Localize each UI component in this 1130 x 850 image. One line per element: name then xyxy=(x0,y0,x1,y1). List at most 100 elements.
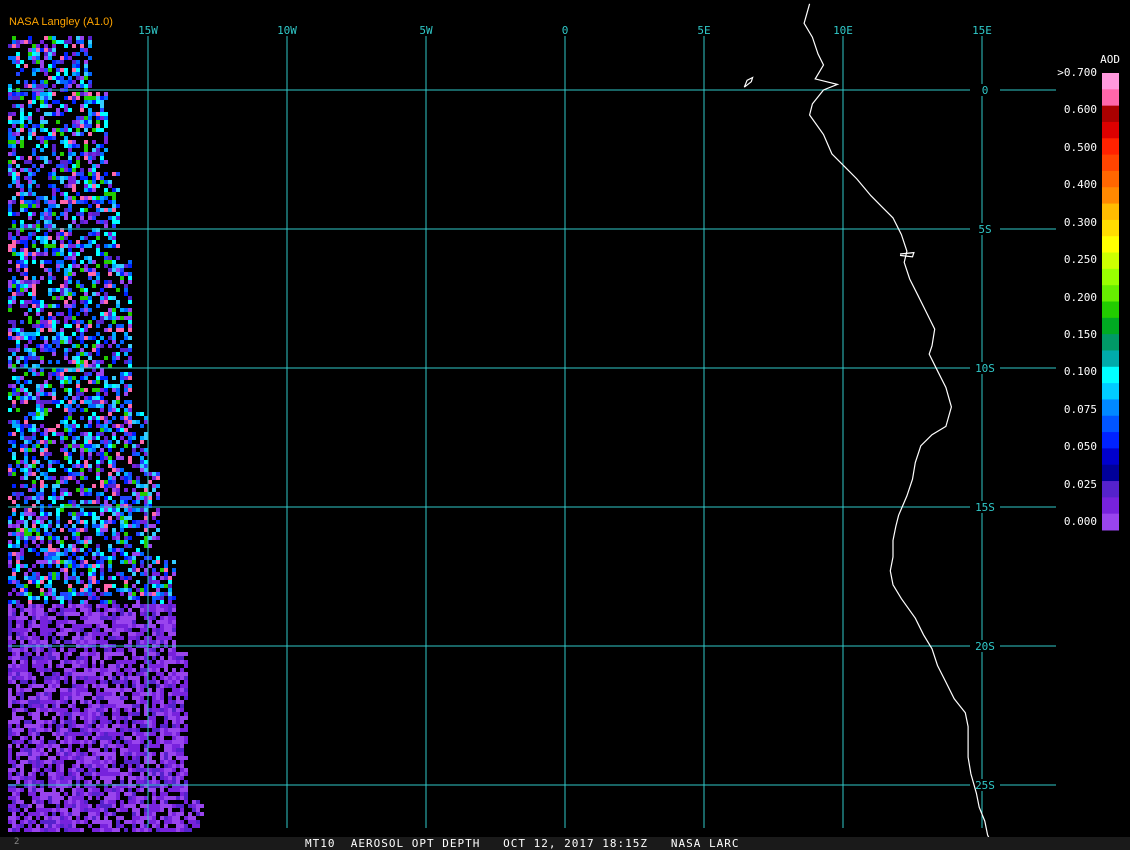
aod-pixel xyxy=(60,752,64,756)
aod-pixel xyxy=(144,508,148,512)
aod-pixel xyxy=(104,704,108,708)
aod-pixel xyxy=(12,828,16,832)
aod-pixel xyxy=(136,740,140,744)
aod-pixel xyxy=(120,276,124,280)
aod-pixel xyxy=(76,128,80,132)
aod-pixel xyxy=(16,556,20,560)
aod-pixel xyxy=(128,460,132,464)
aod-pixel xyxy=(152,532,156,536)
aod-pixel xyxy=(108,456,112,460)
aod-pixel xyxy=(52,708,56,712)
aod-pixel xyxy=(100,416,104,420)
aod-pixel xyxy=(28,116,32,120)
aod-pixel xyxy=(84,524,88,528)
aod-pixel xyxy=(144,828,148,832)
aod-pixel xyxy=(96,780,100,784)
aod-pixel xyxy=(112,284,116,288)
aod-pixel xyxy=(48,684,52,688)
aod-pixel xyxy=(88,632,92,636)
aod-pixel xyxy=(92,640,96,644)
aod-pixel xyxy=(32,356,36,360)
aod-pixel xyxy=(112,704,116,708)
aod-pixel xyxy=(104,488,108,492)
aod-pixel xyxy=(52,440,56,444)
aod-pixel xyxy=(116,828,120,832)
aod-pixel xyxy=(112,476,116,480)
aod-pixel xyxy=(36,92,40,96)
aod-pixel xyxy=(24,664,28,668)
aod-pixel xyxy=(48,360,52,364)
aod-pixel xyxy=(104,132,108,136)
aod-pixel xyxy=(36,656,40,660)
aod-pixel xyxy=(44,444,48,448)
aod-pixel xyxy=(172,724,176,728)
aod-pixel xyxy=(16,340,20,344)
aod-pixel xyxy=(64,300,68,304)
aod-pixel xyxy=(164,668,168,672)
aod-pixel xyxy=(52,396,56,400)
aod-pixel xyxy=(132,692,136,696)
aod-pixel xyxy=(108,780,112,784)
aod-pixel xyxy=(36,156,40,160)
aod-pixel xyxy=(112,600,116,604)
aod-pixel xyxy=(24,736,28,740)
aod-pixel xyxy=(8,732,12,736)
aod-pixel xyxy=(136,624,140,628)
aod-pixel xyxy=(68,368,72,372)
aod-pixel xyxy=(136,524,140,528)
aod-pixel xyxy=(84,96,88,100)
aod-pixel xyxy=(172,628,176,632)
aod-pixel xyxy=(76,76,80,80)
aod-pixel xyxy=(88,816,92,820)
aod-pixel xyxy=(12,656,16,660)
aod-pixel xyxy=(68,268,72,272)
aod-pixel xyxy=(156,772,160,776)
aod-pixel xyxy=(92,112,96,116)
aod-pixel xyxy=(76,756,80,760)
aod-pixel xyxy=(76,640,80,644)
aod-pixel xyxy=(144,544,148,548)
aod-pixel xyxy=(88,608,92,612)
aod-pixel xyxy=(40,404,44,408)
aod-pixel xyxy=(100,764,104,768)
aod-pixel xyxy=(60,132,64,136)
aod-pixel xyxy=(152,808,156,812)
aod-pixel xyxy=(144,656,148,660)
aod-pixel xyxy=(44,760,48,764)
aod-pixel xyxy=(120,704,124,708)
aod-pixel xyxy=(156,528,160,532)
aod-pixel xyxy=(76,688,80,692)
aod-pixel xyxy=(12,404,16,408)
aod-pixel xyxy=(164,676,168,680)
aod-pixel xyxy=(120,588,124,592)
aod-pixel xyxy=(136,548,140,552)
aod-pixel xyxy=(16,780,20,784)
aod-pixel xyxy=(140,692,144,696)
aod-pixel xyxy=(36,320,40,324)
aod-pixel xyxy=(56,596,60,600)
aod-pixel xyxy=(28,156,32,160)
aod-pixel xyxy=(124,400,128,404)
aod-pixel xyxy=(64,276,68,280)
aod-pixel xyxy=(44,244,48,248)
aod-pixel xyxy=(72,264,76,268)
aod-pixel xyxy=(88,604,92,608)
aod-pixel xyxy=(168,804,172,808)
aod-pixel xyxy=(96,92,100,96)
aod-pixel xyxy=(116,820,120,824)
aod-pixel xyxy=(164,756,168,760)
aod-pixel xyxy=(108,312,112,316)
aod-pixel xyxy=(48,692,52,696)
aod-pixel xyxy=(36,816,40,820)
aod-pixel xyxy=(176,780,180,784)
aod-pixel xyxy=(160,648,164,652)
aod-pixel xyxy=(44,428,48,432)
aod-pixel xyxy=(76,388,80,392)
aod-pixel xyxy=(124,676,128,680)
aod-pixel xyxy=(108,428,112,432)
aod-pixel xyxy=(20,40,24,44)
aod-pixel xyxy=(72,692,76,696)
aod-pixel xyxy=(92,484,96,488)
aod-pixel xyxy=(172,608,176,612)
aod-pixel xyxy=(136,744,140,748)
